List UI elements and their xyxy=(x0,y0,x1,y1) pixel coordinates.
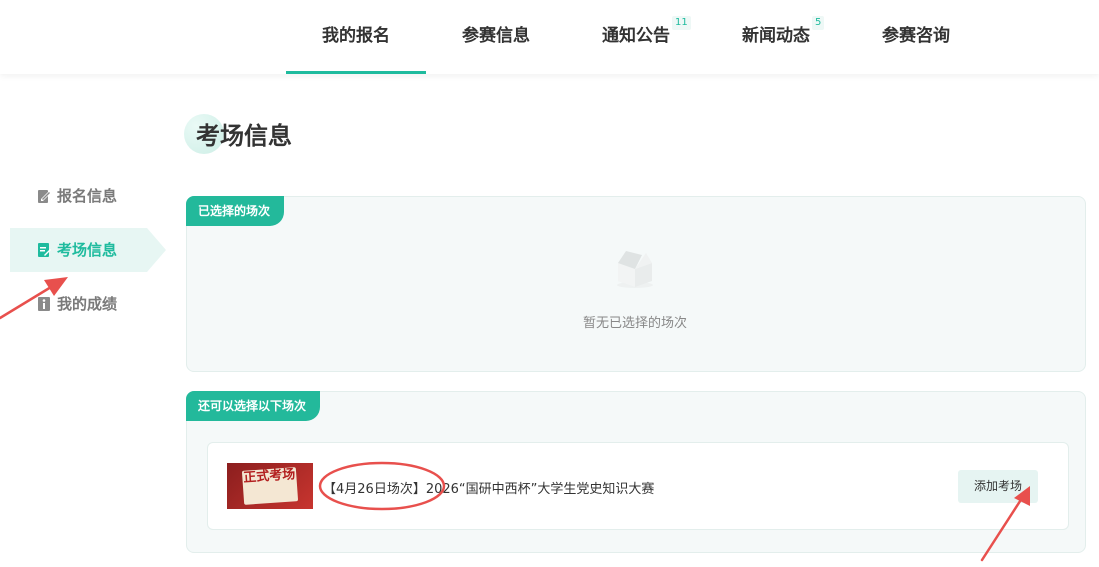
annotation-arrowhead xyxy=(1014,486,1030,506)
annotation-arrowhead xyxy=(44,277,68,296)
annotation-ellipse xyxy=(318,461,446,511)
annotation-arrow-line xyxy=(0,282,58,320)
annotation-overlay xyxy=(0,277,1030,562)
annotation-arrow-line xyxy=(980,493,1026,562)
